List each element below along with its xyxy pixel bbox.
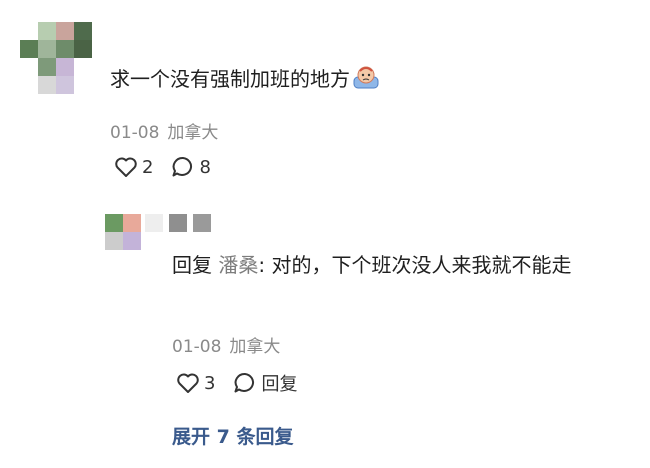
username-pixel bbox=[145, 214, 163, 232]
avatar-pixel bbox=[123, 232, 141, 250]
reply-text: 回复 潘桑: 对的，下个班次没人来我就不能走 bbox=[172, 248, 632, 282]
avatar-pixel bbox=[74, 40, 92, 58]
avatar-pixel bbox=[56, 76, 74, 94]
avatar-pixel bbox=[56, 22, 74, 40]
comment-location: 加拿大 bbox=[167, 123, 219, 143]
reply-actions: 3 回复 bbox=[176, 370, 315, 396]
reply-meta: 01-08 加拿大 bbox=[172, 332, 280, 357]
reply-to-user-link[interactable]: 潘桑 bbox=[218, 253, 258, 277]
avatar-pixel bbox=[38, 76, 56, 94]
avatar[interactable] bbox=[20, 22, 92, 94]
reply-username-blurred[interactable] bbox=[145, 214, 211, 232]
heart-icon bbox=[176, 372, 200, 394]
reply-body: : 对的，下个班次没人来我就不能走 bbox=[258, 253, 572, 277]
avatar-pixel bbox=[20, 40, 38, 58]
reply-button[interactable]: 回复 bbox=[233, 370, 297, 396]
avatar-pixel bbox=[20, 58, 38, 76]
crying-emoji-icon bbox=[352, 65, 380, 99]
comment-meta: 01-08 加拿大 bbox=[110, 118, 218, 143]
like-count: 2 bbox=[142, 156, 154, 178]
avatar-pixel bbox=[20, 76, 38, 94]
avatar-pixel bbox=[74, 22, 92, 40]
heart-icon bbox=[114, 156, 138, 178]
avatar-pixel bbox=[56, 40, 74, 58]
avatar-pixel bbox=[105, 214, 123, 232]
like-button[interactable]: 2 bbox=[114, 156, 153, 178]
avatar-pixel bbox=[105, 232, 123, 250]
avatar-pixel bbox=[38, 58, 56, 76]
reply-like-count: 3 bbox=[204, 372, 216, 394]
reply-avatar[interactable] bbox=[105, 214, 141, 250]
avatar-pixel bbox=[38, 22, 56, 40]
username-pixel bbox=[169, 214, 187, 232]
reply-like-button[interactable]: 3 bbox=[176, 372, 215, 394]
reply-count: 8 bbox=[199, 156, 211, 178]
reply-location: 加拿大 bbox=[229, 337, 281, 357]
reply-prefix: 回复 bbox=[172, 253, 212, 277]
avatar-pixel bbox=[38, 40, 56, 58]
speech-bubble-icon bbox=[171, 156, 195, 178]
comment-text: 求一个没有强制加班的地方 bbox=[110, 64, 380, 99]
comment-actions: 2 8 bbox=[114, 156, 229, 178]
speech-bubble-icon bbox=[233, 372, 257, 394]
reply-date: 01-08 bbox=[172, 337, 222, 357]
username-pixel bbox=[193, 214, 211, 232]
expand-replies-link[interactable]: 展开 7 条回复 bbox=[172, 422, 293, 449]
reply-count-button[interactable]: 8 bbox=[171, 156, 211, 178]
reply-button-label: 回复 bbox=[261, 374, 298, 395]
avatar-pixel bbox=[74, 58, 92, 76]
avatar-pixel bbox=[74, 76, 92, 94]
comment-body: 求一个没有强制加班的地方 bbox=[110, 67, 350, 91]
avatar-pixel bbox=[56, 58, 74, 76]
avatar-pixel bbox=[20, 22, 38, 40]
avatar-pixel bbox=[123, 214, 141, 232]
comment-date: 01-08 bbox=[110, 123, 160, 143]
